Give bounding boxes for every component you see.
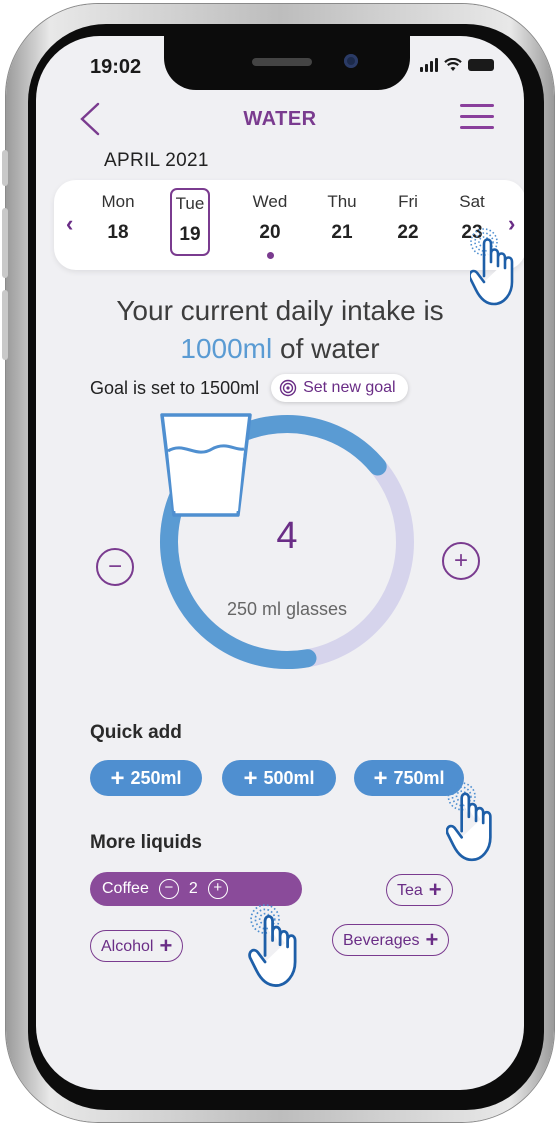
day-name: Wed — [252, 192, 288, 211]
alcohol-chip[interactable]: Alcohol + — [90, 930, 184, 962]
chevron-left-icon: ‹ — [66, 211, 74, 236]
plus-icon: + — [373, 765, 388, 792]
speaker-grille — [252, 58, 312, 66]
glass-size-label: 250 ml glasses — [226, 599, 348, 619]
day-wed[interactable]: Wed 20 — [250, 192, 290, 259]
wifi-icon — [444, 58, 462, 71]
coffee-increase-button[interactable]: + — [207, 879, 228, 899]
goal-row: Goal is set to 1500ml Set new goal — [90, 374, 408, 402]
quick-add-label: 500ml — [263, 768, 315, 788]
day-mon[interactable]: Mon 18 — [98, 192, 138, 244]
intake-amount-line: 1000ml of water — [36, 330, 524, 368]
day-name: Sat — [459, 192, 485, 211]
quick-add-500-button[interactable]: +500ml — [222, 760, 336, 796]
quick-add-label: 250ml — [130, 768, 182, 788]
day-date: 19 — [179, 224, 201, 245]
plus-icon: + — [213, 879, 223, 896]
day-name: Tue — [175, 194, 205, 213]
day-date: 18 — [107, 222, 129, 243]
more-liquids-title: More liquids — [90, 832, 202, 853]
status-time: 19:02 — [90, 56, 142, 78]
day-thu[interactable]: Thu 21 — [322, 192, 362, 244]
intake-suffix: of water — [272, 333, 380, 364]
front-camera — [344, 54, 358, 68]
day-date: 20 — [259, 222, 281, 243]
chip-label: Alcohol — [101, 937, 154, 955]
plus-icon: + — [428, 877, 442, 902]
chip-label: Tea — [397, 881, 423, 899]
phone-notch — [164, 36, 410, 90]
prev-week-button[interactable]: ‹ — [66, 211, 82, 236]
day-tue-selected[interactable]: Tue 19 — [170, 188, 210, 256]
top-nav: WATER — [36, 98, 524, 142]
phone-mute-switch — [2, 150, 8, 186]
day-name: Fri — [398, 192, 418, 211]
day-date: 22 — [397, 222, 419, 243]
glass-count: 4 — [276, 515, 298, 557]
plus-icon: + — [425, 927, 439, 952]
quick-add-label: 750ml — [393, 768, 445, 788]
tap-hand-icon — [248, 904, 297, 987]
coffee-counter-chip: Coffee − 2 + — [90, 872, 302, 906]
page-title: WATER — [243, 108, 317, 130]
minus-icon: − — [164, 879, 174, 896]
app-screen: 19:02 WATER APRIL 2021 ‹ Mon 18 Tue 19 W… — [36, 36, 524, 1090]
today-indicator-dot — [266, 252, 274, 259]
increase-glasses-button[interactable]: + — [442, 542, 480, 580]
tap-hand-icon — [446, 782, 492, 862]
minus-icon: − — [107, 553, 122, 580]
decrease-glasses-button[interactable]: − — [96, 548, 134, 586]
plus-icon: + — [453, 547, 468, 574]
water-glass-icon — [160, 413, 252, 517]
plus-icon: + — [159, 933, 173, 958]
tap-hand-icon — [470, 228, 514, 306]
plus-icon: + — [110, 765, 125, 792]
goal-text: Goal is set to 1500ml — [90, 377, 260, 398]
beverages-chip[interactable]: Beverages + — [332, 924, 450, 956]
menu-button[interactable] — [460, 104, 494, 134]
daily-intake-summary: Your current daily intake is 1000ml of w… — [36, 292, 524, 368]
phone-volume-down — [2, 290, 8, 360]
coffee-decrease-button[interactable]: − — [158, 879, 179, 899]
phone-volume-up — [2, 208, 8, 278]
chip-label: Beverages — [343, 931, 420, 949]
plus-icon: + — [243, 765, 258, 792]
status-icons — [420, 58, 494, 72]
month-label: APRIL 2021 — [104, 150, 209, 171]
coffee-count: 2 — [188, 880, 198, 897]
set-new-goal-label: Set new goal — [303, 379, 396, 396]
day-fri[interactable]: Fri 22 — [388, 192, 428, 244]
week-selector: ‹ Mon 18 Tue 19 Wed 20 Thu 21 Fri 22 Sat… — [54, 180, 524, 270]
target-icon — [279, 379, 297, 397]
cellular-signal-icon — [420, 58, 438, 72]
quick-add-title: Quick add — [90, 722, 182, 743]
day-name: Thu — [327, 192, 357, 211]
intake-amount: 1000ml — [180, 333, 273, 364]
water-progress-ring: 4 250 ml glasses — [156, 411, 418, 673]
battery-icon — [468, 59, 494, 71]
hamburger-menu-icon — [460, 104, 494, 129]
set-new-goal-button[interactable]: Set new goal — [271, 374, 408, 402]
coffee-label: Coffee — [102, 880, 149, 897]
quick-add-250-button[interactable]: +250ml — [90, 760, 202, 796]
day-date: 21 — [331, 222, 353, 243]
intake-line: Your current daily intake is — [116, 295, 444, 326]
tea-chip[interactable]: Tea + — [386, 874, 453, 906]
day-name: Mon — [101, 192, 135, 211]
